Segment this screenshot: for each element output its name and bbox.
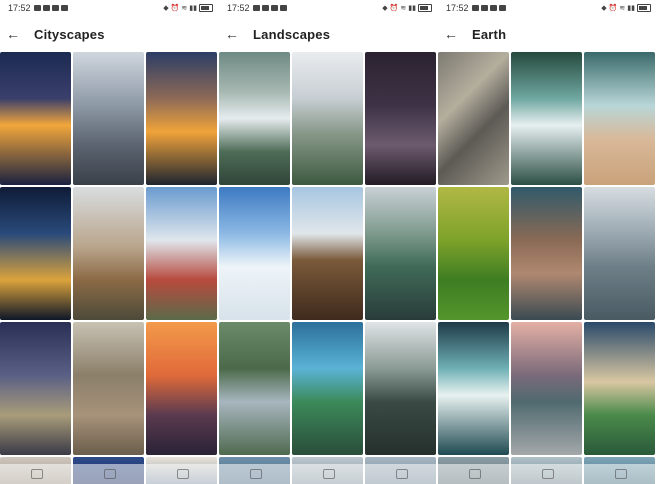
notification-icons	[471, 5, 506, 11]
status-bar: 17:52 ◆ ⏰ ≋ ▮▮	[438, 0, 657, 16]
wallpaper-thumbnail[interactable]	[511, 187, 582, 320]
alarm-icon: ⏰	[389, 5, 399, 12]
signal-icon: ▮▮	[408, 5, 416, 12]
app-bar: ← Cityscapes	[0, 16, 219, 52]
wallpaper-thumbnail[interactable]	[511, 322, 582, 455]
notification-icon	[270, 5, 278, 11]
status-time: 17:52	[8, 3, 31, 13]
wifi-icon: ≋	[619, 5, 626, 12]
status-bar: 17:52 ◆ ⏰ ≋ ▮▮	[0, 0, 219, 16]
vibrate-icon: ◆	[163, 5, 169, 12]
wallpaper-thumbnail[interactable]	[365, 52, 436, 185]
back-arrow-icon[interactable]: ←	[6, 26, 20, 42]
notification-icon	[252, 5, 260, 11]
wallpaper-thumbnail[interactable]	[584, 187, 655, 320]
wallpaper-grid	[219, 52, 438, 484]
wallpaper-thumbnail[interactable]	[292, 322, 363, 455]
notification-icon	[279, 5, 287, 11]
vibrate-icon: ◆	[601, 5, 607, 12]
screen-cityscapes: 17:52 ◆ ⏰ ≋ ▮▮ ← Cityscapes	[0, 0, 219, 484]
wallpaper-thumbnail[interactable]	[511, 52, 582, 185]
notification-icon	[498, 5, 506, 11]
screens-row: 17:52 ◆ ⏰ ≋ ▮▮ ← Cityscapes 17:52 ◆ ⏰ ≋ …	[0, 0, 657, 484]
home-icon[interactable]	[541, 469, 554, 479]
app-bar: ← Landscapes	[219, 16, 438, 52]
status-time: 17:52	[227, 3, 250, 13]
back-icon[interactable]	[614, 469, 627, 479]
wallpaper-thumbnail[interactable]	[0, 187, 71, 320]
notification-icon	[42, 5, 50, 11]
wallpaper-thumbnail[interactable]	[0, 52, 71, 185]
back-icon[interactable]	[395, 469, 408, 479]
signal-icon: ▮▮	[627, 5, 635, 12]
screen-landscapes: 17:52 ◆ ⏰ ≋ ▮▮ ← Landscapes	[219, 0, 438, 484]
battery-icon	[199, 4, 213, 12]
wallpaper-thumbnail[interactable]	[438, 322, 509, 455]
wallpaper-grid	[0, 52, 219, 484]
alarm-icon: ⏰	[170, 5, 180, 12]
screen-earth: 17:52 ◆ ⏰ ≋ ▮▮ ← Earth	[438, 0, 657, 484]
notification-icon	[480, 5, 488, 11]
menu-icon[interactable]	[30, 469, 43, 479]
wallpaper-thumbnail[interactable]	[365, 322, 436, 455]
home-icon[interactable]	[103, 469, 116, 479]
system-nav-bar	[438, 464, 657, 484]
page-title: Earth	[472, 26, 507, 42]
status-bar: 17:52 ◆ ⏰ ≋ ▮▮	[219, 0, 438, 16]
back-arrow-icon[interactable]: ←	[444, 26, 458, 42]
system-icons: ◆ ⏰ ≋ ▮▮	[163, 4, 213, 12]
back-icon[interactable]	[176, 469, 189, 479]
battery-icon	[637, 4, 651, 12]
wallpaper-thumbnail[interactable]	[146, 187, 217, 320]
home-icon[interactable]	[322, 469, 335, 479]
notification-icons	[252, 5, 287, 11]
wallpaper-thumbnail[interactable]	[292, 52, 363, 185]
wallpaper-thumbnail[interactable]	[73, 322, 144, 455]
wallpaper-thumbnail[interactable]	[146, 322, 217, 455]
system-icons: ◆ ⏰ ≋ ▮▮	[601, 4, 651, 12]
page-title: Cityscapes	[34, 26, 105, 42]
alarm-icon: ⏰	[608, 5, 618, 12]
back-arrow-icon[interactable]: ←	[225, 26, 239, 42]
wallpaper-grid	[438, 52, 657, 484]
wallpaper-thumbnail[interactable]	[365, 187, 436, 320]
menu-icon[interactable]	[468, 469, 481, 479]
wifi-icon: ≋	[400, 5, 407, 12]
wallpaper-thumbnail[interactable]	[0, 322, 71, 455]
wallpaper-thumbnail[interactable]	[292, 187, 363, 320]
notification-icon	[60, 5, 68, 11]
wallpaper-thumbnail[interactable]	[219, 322, 290, 455]
vibrate-icon: ◆	[382, 5, 388, 12]
app-bar: ← Earth	[438, 16, 657, 52]
notification-icon	[489, 5, 497, 11]
wallpaper-thumbnail[interactable]	[219, 52, 290, 185]
battery-icon	[418, 4, 432, 12]
system-nav-bar	[219, 464, 438, 484]
notification-icon	[261, 5, 269, 11]
wallpaper-thumbnail[interactable]	[219, 187, 290, 320]
notification-icon	[33, 5, 41, 11]
notification-icons	[33, 5, 68, 11]
status-time: 17:52	[446, 3, 469, 13]
signal-icon: ▮▮	[189, 5, 197, 12]
wallpaper-thumbnail[interactable]	[146, 52, 217, 185]
wallpaper-thumbnail[interactable]	[584, 322, 655, 455]
notification-icon	[51, 5, 59, 11]
wallpaper-thumbnail[interactable]	[438, 187, 509, 320]
wallpaper-thumbnail[interactable]	[73, 52, 144, 185]
wifi-icon: ≋	[181, 5, 188, 12]
wallpaper-thumbnail[interactable]	[73, 187, 144, 320]
system-nav-bar	[0, 464, 219, 484]
page-title: Landscapes	[253, 26, 331, 42]
menu-icon[interactable]	[249, 469, 262, 479]
notification-icon	[471, 5, 479, 11]
wallpaper-thumbnail[interactable]	[584, 52, 655, 185]
system-icons: ◆ ⏰ ≋ ▮▮	[382, 4, 432, 12]
wallpaper-thumbnail[interactable]	[438, 52, 509, 185]
